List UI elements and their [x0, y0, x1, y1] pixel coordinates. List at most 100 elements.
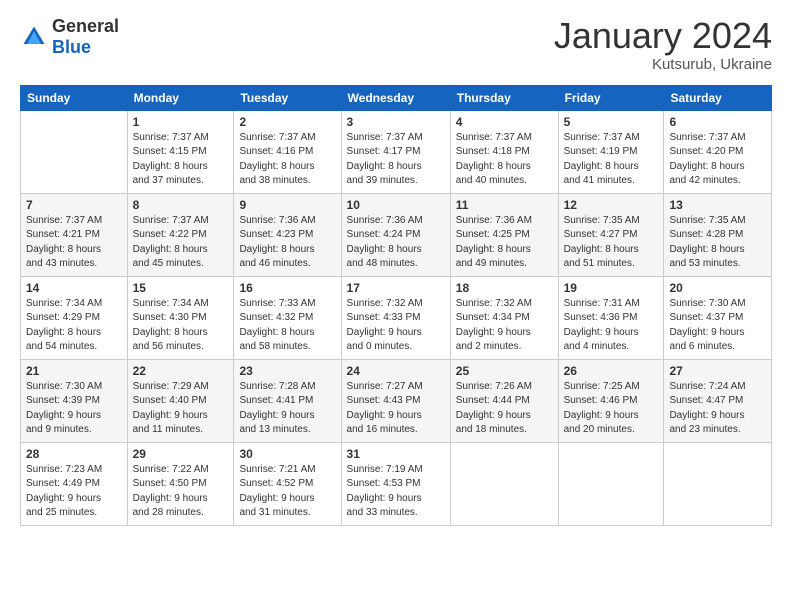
day-number: 24 [347, 364, 445, 378]
day-info: Sunrise: 7:27 AM Sunset: 4:43 PM Dayligh… [347, 380, 445, 438]
day-info: Sunrise: 7:37 AM Sunset: 4:17 PM Dayligh… [347, 131, 445, 189]
calendar-cell: 29Sunrise: 7:22 AM Sunset: 4:50 PM Dayli… [127, 442, 234, 525]
day-number: 28 [26, 447, 122, 461]
logo-blue: Blue [52, 37, 91, 57]
calendar-cell: 31 Sunrise: 7:19 AM Sunset: 4:53 PM Dayli… [341, 442, 450, 525]
calendar-week-row: 28Sunrise: 7:23 AM Sunset: 4:49 PM Dayli… [21, 442, 772, 525]
day-info: Sunrise: 7:36 AM Sunset: 4:25 PM Dayligh… [456, 214, 553, 272]
calendar-cell: 11Sunrise: 7:36 AM Sunset: 4:25 PM Dayli… [450, 193, 558, 276]
day-info: Sunrise: 7:25 AM Sunset: 4:46 PM Dayligh… [564, 380, 659, 438]
logo-icon [20, 23, 48, 51]
calendar-cell: 28Sunrise: 7:23 AM Sunset: 4:49 PM Dayli… [21, 442, 128, 525]
day-info: Sunrise: 7:26 AM Sunset: 4:44 PM Dayligh… [456, 380, 553, 438]
weekday-header: Saturday [664, 85, 772, 110]
day-number: 15 [133, 281, 229, 295]
calendar-cell: 26 Sunrise: 7:25 AM Sunset: 4:46 PM Dayli… [558, 359, 664, 442]
day-info: Sunrise: 7:35 AM Sunset: 4:28 PM Dayligh… [669, 214, 766, 272]
day-info: Sunrise: 7:35 AM Sunset: 4:27 PM Dayligh… [564, 214, 659, 272]
weekday-header: Sunday [21, 85, 128, 110]
day-number: 14 [26, 281, 122, 295]
page-container: General Blue January 2024 Kutsurub, Ukra… [0, 0, 792, 538]
calendar-cell: 18 Sunrise: 7:32 AM Sunset: 4:34 PM Dayli… [450, 276, 558, 359]
calendar-cell: 17Sunrise: 7:32 AM Sunset: 4:33 PM Dayli… [341, 276, 450, 359]
day-info: Sunrise: 7:37 AM Sunset: 4:21 PM Dayligh… [26, 214, 122, 272]
day-info: Sunrise: 7:22 AM Sunset: 4:50 PM Dayligh… [133, 463, 229, 521]
location: Kutsurub, Ukraine [554, 56, 772, 73]
day-number: 19 [564, 281, 659, 295]
day-number: 3 [347, 115, 445, 129]
calendar-table: SundayMondayTuesdayWednesdayThursdayFrid… [20, 85, 772, 526]
day-info: Sunrise: 7:37 AM Sunset: 4:15 PM Dayligh… [133, 131, 229, 189]
day-info: Sunrise: 7:37 AM Sunset: 4:16 PM Dayligh… [239, 131, 335, 189]
calendar-cell: 23 Sunrise: 7:28 AM Sunset: 4:41 PM Dayli… [234, 359, 341, 442]
day-number: 30 [239, 447, 335, 461]
day-info: Sunrise: 7:28 AM Sunset: 4:41 PM Dayligh… [239, 380, 335, 438]
day-number: 25 [456, 364, 553, 378]
day-number: 4 [456, 115, 553, 129]
day-number: 26 [564, 364, 659, 378]
day-info: Sunrise: 7:37 AM Sunset: 4:19 PM Dayligh… [564, 131, 659, 189]
calendar-cell: 21 Sunrise: 7:30 AM Sunset: 4:39 PM Dayli… [21, 359, 128, 442]
calendar-cell: 3 Sunrise: 7:37 AM Sunset: 4:17 PM Daylig… [341, 110, 450, 193]
calendar-week-row: 14 Sunrise: 7:34 AM Sunset: 4:29 PM Dayli… [21, 276, 772, 359]
logo-text: General Blue [52, 16, 119, 58]
calendar-cell: 19 Sunrise: 7:31 AM Sunset: 4:36 PM Dayli… [558, 276, 664, 359]
day-number: 17 [347, 281, 445, 295]
calendar-week-row: 21 Sunrise: 7:30 AM Sunset: 4:39 PM Dayli… [21, 359, 772, 442]
day-number: 21 [26, 364, 122, 378]
calendar-cell: 7Sunrise: 7:37 AM Sunset: 4:21 PM Daylig… [21, 193, 128, 276]
weekday-header: Wednesday [341, 85, 450, 110]
day-info: Sunrise: 7:36 AM Sunset: 4:24 PM Dayligh… [347, 214, 445, 272]
calendar-cell: 2 Sunrise: 7:37 AM Sunset: 4:16 PM Daylig… [234, 110, 341, 193]
day-info: Sunrise: 7:31 AM Sunset: 4:36 PM Dayligh… [564, 297, 659, 355]
weekday-header: Monday [127, 85, 234, 110]
calendar-cell: 13Sunrise: 7:35 AM Sunset: 4:28 PM Dayli… [664, 193, 772, 276]
day-number: 16 [239, 281, 335, 295]
calendar-cell: 30 Sunrise: 7:21 AM Sunset: 4:52 PM Dayli… [234, 442, 341, 525]
day-number: 5 [564, 115, 659, 129]
day-info: Sunrise: 7:37 AM Sunset: 4:22 PM Dayligh… [133, 214, 229, 272]
calendar-cell: 27Sunrise: 7:24 AM Sunset: 4:47 PM Dayli… [664, 359, 772, 442]
day-info: Sunrise: 7:37 AM Sunset: 4:20 PM Dayligh… [669, 131, 766, 189]
calendar-cell: 9Sunrise: 7:36 AM Sunset: 4:23 PM Daylig… [234, 193, 341, 276]
logo-general: General [52, 16, 119, 36]
calendar-cell: 15Sunrise: 7:34 AM Sunset: 4:30 PM Dayli… [127, 276, 234, 359]
calendar-cell: 12 Sunrise: 7:35 AM Sunset: 4:27 PM Dayli… [558, 193, 664, 276]
calendar-cell [558, 442, 664, 525]
day-info: Sunrise: 7:32 AM Sunset: 4:34 PM Dayligh… [456, 297, 553, 355]
day-number: 31 [347, 447, 445, 461]
calendar-cell: 16Sunrise: 7:33 AM Sunset: 4:32 PM Dayli… [234, 276, 341, 359]
calendar-cell: 14 Sunrise: 7:34 AM Sunset: 4:29 PM Dayli… [21, 276, 128, 359]
calendar-cell: 20 Sunrise: 7:30 AM Sunset: 4:37 PM Dayli… [664, 276, 772, 359]
day-number: 22 [133, 364, 229, 378]
calendar-cell: 4 Sunrise: 7:37 AM Sunset: 4:18 PM Daylig… [450, 110, 558, 193]
day-info: Sunrise: 7:37 AM Sunset: 4:18 PM Dayligh… [456, 131, 553, 189]
day-number: 6 [669, 115, 766, 129]
header: General Blue January 2024 Kutsurub, Ukra… [20, 16, 772, 73]
calendar-week-row: 1 Sunrise: 7:37 AM Sunset: 4:15 PM Daylig… [21, 110, 772, 193]
calendar-header-row: SundayMondayTuesdayWednesdayThursdayFrid… [21, 85, 772, 110]
calendar-cell: 5 Sunrise: 7:37 AM Sunset: 4:19 PM Daylig… [558, 110, 664, 193]
weekday-header: Tuesday [234, 85, 341, 110]
day-number: 12 [564, 198, 659, 212]
calendar-cell [450, 442, 558, 525]
month-title: January 2024 [554, 16, 772, 56]
day-info: Sunrise: 7:30 AM Sunset: 4:39 PM Dayligh… [26, 380, 122, 438]
calendar-cell: 6 Sunrise: 7:37 AM Sunset: 4:20 PM Daylig… [664, 110, 772, 193]
day-info: Sunrise: 7:30 AM Sunset: 4:37 PM Dayligh… [669, 297, 766, 355]
day-number: 23 [239, 364, 335, 378]
calendar-cell: 1 Sunrise: 7:37 AM Sunset: 4:15 PM Daylig… [127, 110, 234, 193]
day-info: Sunrise: 7:24 AM Sunset: 4:47 PM Dayligh… [669, 380, 766, 438]
day-number: 9 [239, 198, 335, 212]
day-info: Sunrise: 7:19 AM Sunset: 4:53 PM Dayligh… [347, 463, 445, 521]
calendar-week-row: 7Sunrise: 7:37 AM Sunset: 4:21 PM Daylig… [21, 193, 772, 276]
day-number: 20 [669, 281, 766, 295]
calendar-cell: 10Sunrise: 7:36 AM Sunset: 4:24 PM Dayli… [341, 193, 450, 276]
day-info: Sunrise: 7:21 AM Sunset: 4:52 PM Dayligh… [239, 463, 335, 521]
logo: General Blue [20, 16, 119, 58]
day-number: 1 [133, 115, 229, 129]
day-number: 2 [239, 115, 335, 129]
day-info: Sunrise: 7:34 AM Sunset: 4:29 PM Dayligh… [26, 297, 122, 355]
day-number: 18 [456, 281, 553, 295]
day-info: Sunrise: 7:29 AM Sunset: 4:40 PM Dayligh… [133, 380, 229, 438]
